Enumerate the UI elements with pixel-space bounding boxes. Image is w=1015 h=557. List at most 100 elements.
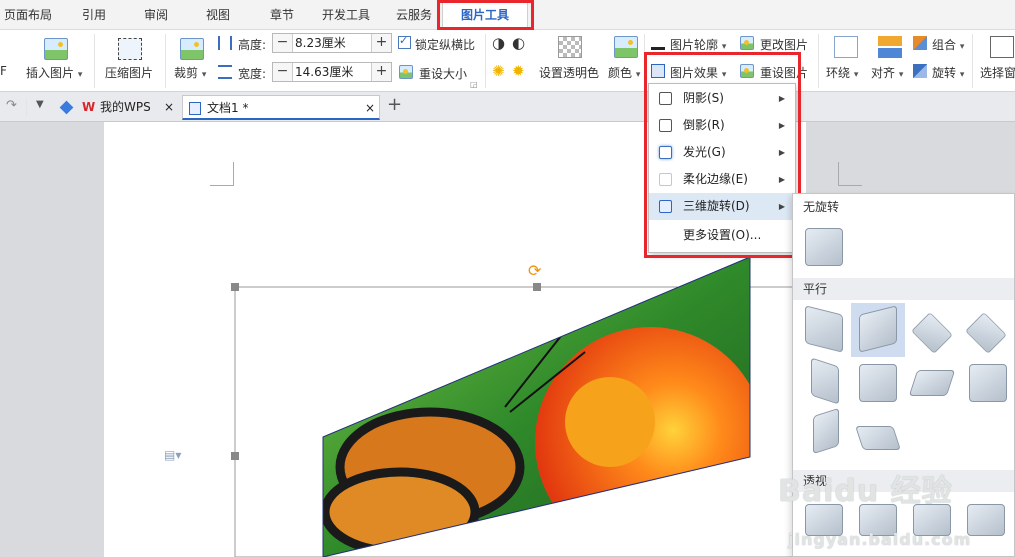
picture-outline-button[interactable]: 图片轮廓 ▾ [670, 36, 726, 53]
chevron-right-icon: ▶ [778, 121, 785, 130]
menu-item-3d-rotation[interactable]: 三维旋转(D) ▶ [649, 193, 795, 220]
tab-page-layout[interactable]: 页面布局 [0, 0, 56, 30]
rotate-label: 旋转 [932, 66, 957, 80]
align-icon [878, 36, 902, 58]
crop-label: 裁剪 [174, 66, 199, 80]
preset-perspective-1[interactable] [805, 504, 843, 536]
rotate-handle-icon[interactable]: ⟳ [528, 261, 542, 280]
height-input[interactable]: 8.23厘米 [295, 34, 346, 52]
menu-item-label: 柔化边缘(E) [683, 172, 748, 186]
align-button[interactable]: 对齐 ▾ [871, 64, 903, 81]
chevron-right-icon: ▶ [778, 148, 785, 157]
width-increment-button[interactable]: + [371, 63, 391, 81]
reset-size-button[interactable]: 重设大小 [419, 65, 467, 82]
lock-ratio-label: 锁定纵横比 [415, 38, 476, 52]
chevron-down-icon: ▾ [853, 70, 859, 80]
menu-item-glow[interactable]: 发光(G) ▶ [649, 139, 795, 166]
close-icon[interactable]: × [164, 95, 174, 120]
redo-icon[interactable]: ↷ [6, 98, 17, 113]
menu-item-label: 发光(G) [683, 145, 726, 159]
insert-picture-button[interactable]: 插入图片 ▾ [26, 64, 82, 81]
preset-perspective-4[interactable] [967, 504, 1005, 536]
group-button[interactable]: 组合 ▾ [932, 36, 964, 53]
brightness-decrease-icon[interactable]: ✹ [512, 62, 525, 80]
close-icon[interactable]: × [365, 96, 375, 121]
butterfly-picture[interactable] [320, 252, 765, 557]
selection-pane-button[interactable]: 选择窗 [980, 64, 1015, 81]
preset-parallel-4[interactable] [965, 312, 1007, 354]
tab-document1[interactable]: 文档1 * × [182, 95, 380, 120]
preset-parallel-6[interactable] [859, 364, 897, 402]
tab-my-wps[interactable]: W 我的WPS × [56, 95, 180, 120]
pencil-icon [651, 36, 665, 50]
preset-perspective-3[interactable] [913, 504, 951, 536]
picture-effects-button[interactable]: 图片效果 ▾ [670, 64, 726, 81]
height-stepper[interactable]: − 8.23厘米 + [272, 33, 392, 53]
resize-handle[interactable] [231, 283, 239, 291]
preset-parallel-10[interactable] [855, 426, 901, 450]
color-button[interactable]: 颜色 ▾ [608, 64, 640, 81]
tab-sections[interactable]: 章节 [256, 0, 308, 30]
preset-parallel-5[interactable] [811, 357, 839, 405]
contrast-icon[interactable]: ◑ [492, 34, 505, 52]
preset-no-rotation[interactable] [805, 228, 843, 266]
menu-item-shadow[interactable]: 阴影(S) ▶ [649, 85, 795, 112]
menu-item-more-settings[interactable]: 更多设置(O)... [649, 222, 795, 249]
reset-size-icon [399, 65, 413, 79]
dialog-launcher-icon[interactable]: ◲ [470, 80, 478, 89]
chevron-right-icon: ▶ [778, 94, 785, 103]
ribbon: F 插入图片 ▾ 压缩图片 裁剪 ▾ 高度: − 8.23厘米 + 宽度: − … [0, 30, 1015, 92]
tab-review[interactable]: 审阅 [130, 0, 182, 30]
menu-item-label: 阴影(S) [683, 91, 724, 105]
reset-picture-button[interactable]: 重设图片 [760, 64, 808, 81]
set-transparent-button[interactable]: 设置透明色 [539, 64, 599, 81]
crop-button[interactable]: 裁剪 ▾ [174, 64, 206, 81]
width-input[interactable]: 14.63厘米 [295, 63, 353, 81]
chevron-down-icon: ▾ [898, 70, 904, 80]
preset-parallel-7[interactable] [908, 370, 956, 396]
preset-perspective-2[interactable] [859, 504, 897, 536]
contrast-decrease-icon[interactable]: ◐ [512, 34, 525, 52]
preset-parallel-8[interactable] [969, 364, 1007, 402]
gallery-heading-no-rotation: 无旋转 [793, 196, 1014, 218]
gallery-heading-parallel: 平行 [793, 278, 1014, 300]
picture-effects-icon [651, 64, 665, 78]
ribbon-divider [94, 34, 95, 88]
reset-picture-icon [740, 64, 754, 78]
wrap-button[interactable]: 环绕 ▾ [826, 64, 858, 81]
picture-effects-label: 图片效果 [670, 66, 719, 80]
brightness-increase-icon[interactable]: ✺ [492, 62, 505, 80]
menu-item-reflection[interactable]: 倒影(R) ▶ [649, 112, 795, 139]
chevron-down-icon[interactable]: ▼ [36, 99, 44, 110]
wrap-label: 环绕 [826, 66, 851, 80]
width-decrement-button[interactable]: − [273, 63, 293, 81]
resize-handle[interactable] [533, 283, 541, 291]
chevron-down-icon: ▾ [959, 70, 965, 80]
change-picture-button[interactable]: 更改图片 [760, 36, 808, 53]
color-icon [614, 36, 638, 58]
lock-ratio-checkbox[interactable] [398, 34, 411, 49]
tab-cloud-service[interactable]: 云服务 [386, 0, 442, 30]
tab-references[interactable]: 引用 [66, 0, 122, 30]
resize-handle[interactable] [231, 452, 239, 460]
height-increment-button[interactable]: + [371, 34, 391, 52]
rotation-3d-icon [659, 200, 672, 213]
preset-parallel-1[interactable] [805, 305, 843, 353]
tab-picture-tools[interactable]: 图片工具 [442, 0, 528, 30]
transparent-color-icon [558, 36, 582, 58]
chevron-down-icon: ▾ [721, 70, 727, 80]
tab-divider [26, 98, 27, 116]
preset-parallel-3[interactable] [911, 312, 953, 354]
compress-picture-button[interactable]: 压缩图片 [105, 64, 153, 81]
new-tab-button[interactable]: + [387, 94, 402, 115]
width-stepper[interactable]: − 14.63厘米 + [272, 62, 392, 82]
menu-item-soft-edges[interactable]: 柔化边缘(E) ▶ [649, 166, 795, 193]
preset-parallel-9[interactable] [813, 407, 839, 455]
tab-view[interactable]: 视图 [192, 0, 244, 30]
tab-developer[interactable]: 开发工具 [316, 0, 376, 30]
insert-picture-label: 插入图片 [26, 66, 75, 80]
compress-picture-icon [118, 38, 142, 60]
height-decrement-button[interactable]: − [273, 34, 293, 52]
rotate-button[interactable]: 旋转 ▾ [932, 64, 964, 81]
ribbon-divider [165, 34, 166, 88]
